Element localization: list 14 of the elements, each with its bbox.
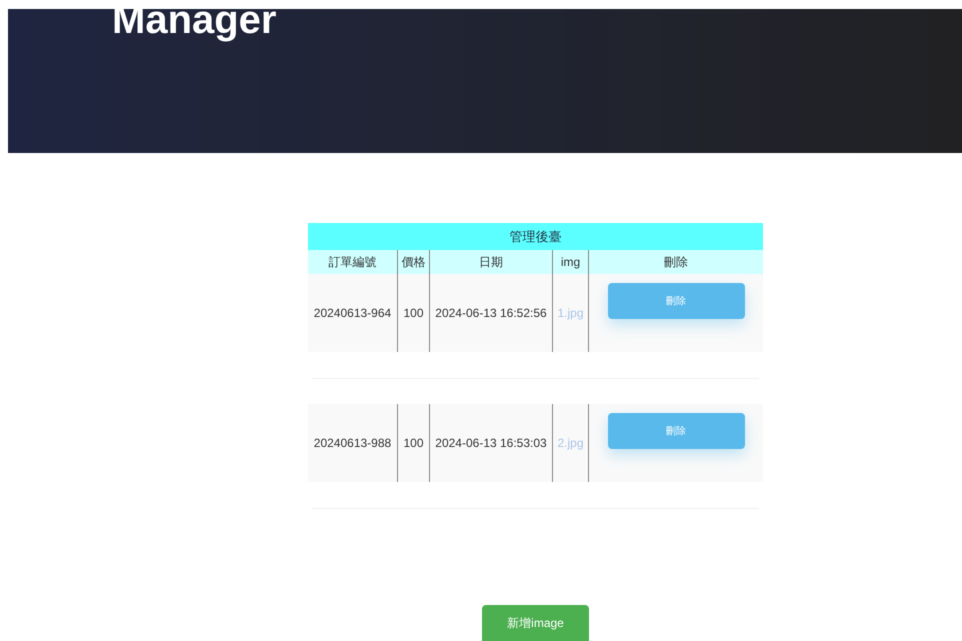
delete-button[interactable]: 刪除 bbox=[608, 283, 744, 319]
add-image-button[interactable]: 新增image bbox=[482, 605, 589, 641]
column-header: 刪除 bbox=[663, 254, 689, 271]
image-link[interactable]: 1.jpg bbox=[557, 304, 584, 322]
table-cell-text: 2024-06-13 16:53:03 bbox=[435, 435, 547, 452]
table-cell-text: 20240613-988 bbox=[314, 435, 392, 452]
delete-button[interactable]: 刪除 bbox=[608, 413, 744, 449]
table-cell-text: 100 bbox=[403, 435, 424, 452]
table-caption: 管理後臺 bbox=[308, 223, 763, 250]
table-cell-text: 2024-06-13 16:52:56 bbox=[435, 305, 547, 322]
page-title: Manager bbox=[112, 0, 276, 40]
image-link[interactable]: 2.jpg bbox=[557, 434, 584, 452]
table-cell-text: 100 bbox=[403, 305, 424, 322]
table-cell-text: 20240613-964 bbox=[314, 305, 392, 322]
